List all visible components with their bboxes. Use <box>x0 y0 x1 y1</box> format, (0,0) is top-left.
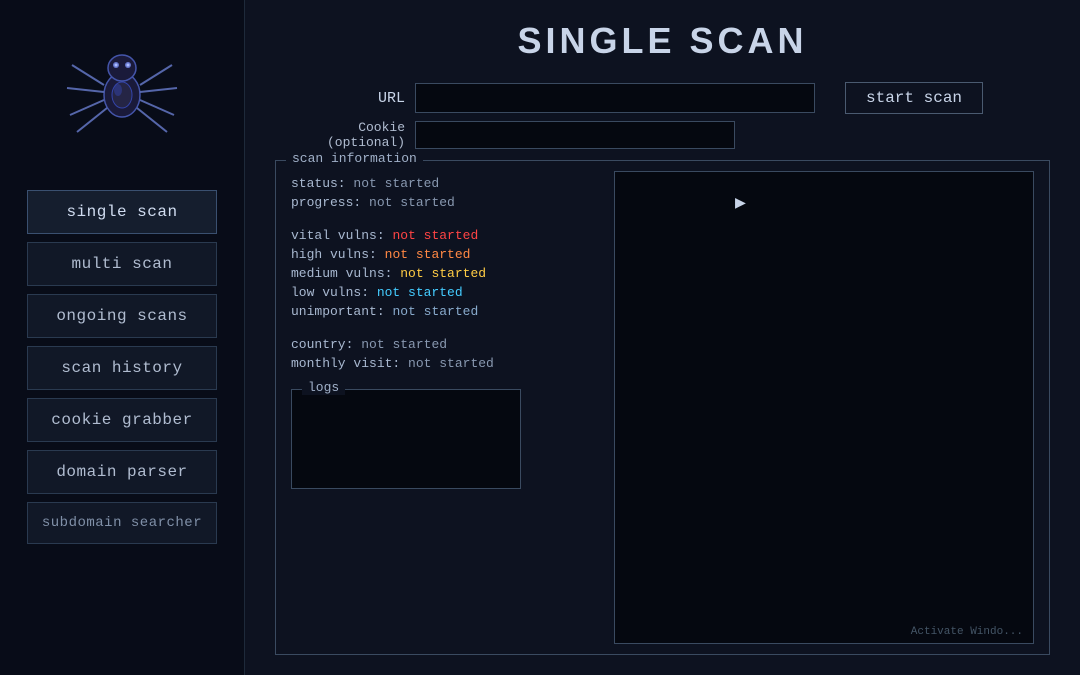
status-line: status: not started <box>291 176 599 191</box>
progress-label: progress: <box>291 195 361 210</box>
medium-value: not started <box>400 266 486 281</box>
status-label: status: <box>291 176 346 191</box>
nav-scan-history[interactable]: scan history <box>27 346 217 390</box>
vital-label: vital vulns: <box>291 228 385 243</box>
low-value: not started <box>377 285 463 300</box>
low-line: low vulns: not started <box>291 285 599 300</box>
medium-line: medium vulns: not started <box>291 266 599 281</box>
url-cookie-group: URL start scan Cookie (optional) <box>275 82 1050 150</box>
logs-section: logs <box>291 389 599 489</box>
status-value: not started <box>353 176 439 191</box>
nav-domain-parser[interactable]: domain parser <box>27 450 217 494</box>
watermark: Activate Windo... <box>911 626 1023 638</box>
monthly-label: monthly visit: <box>291 356 400 371</box>
scan-results-panel: ▶ Activate Windo... <box>614 171 1034 644</box>
nav-cookie-grabber[interactable]: cookie grabber <box>27 398 217 442</box>
nav-ongoing-scans[interactable]: ongoing scans <box>27 294 217 338</box>
country-value: not started <box>361 337 447 352</box>
scan-info-left: status: not started progress: not starte… <box>291 171 599 644</box>
monthly-value: not started <box>408 356 494 371</box>
logo-container <box>42 10 202 170</box>
nav-multi-scan[interactable]: multi scan <box>27 242 217 286</box>
country-line: country: not started <box>291 337 599 352</box>
logs-panel: logs <box>291 389 521 489</box>
vital-line: vital vulns: not started <box>291 228 599 243</box>
medium-label: medium vulns: <box>291 266 392 281</box>
spacer2 <box>291 323 599 337</box>
progress-line: progress: not started <box>291 195 599 210</box>
low-label: low vulns: <box>291 285 369 300</box>
cookie-label: Cookie (optional) <box>275 120 405 150</box>
vital-value: not started <box>392 228 478 243</box>
high-line: high vulns: not started <box>291 247 599 262</box>
start-scan-button[interactable]: start scan <box>845 82 983 114</box>
unimportant-value: not started <box>392 304 478 319</box>
scan-info-label: scan information <box>286 151 423 166</box>
cursor-indicator: ▶ <box>735 192 746 214</box>
cookie-row: Cookie (optional) <box>275 120 1050 150</box>
country-label: country: <box>291 337 353 352</box>
unimportant-label: unimportant: <box>291 304 385 319</box>
unimportant-line: unimportant: not started <box>291 304 599 319</box>
nav-subdomain-searcher[interactable]: subdomain searcher <box>27 502 217 544</box>
spider-logo <box>52 20 192 160</box>
cookie-input[interactable] <box>415 121 735 149</box>
main-content: SINGLE SCAN URL start scan Cookie (optio… <box>245 0 1080 675</box>
sidebar: single scan multi scan ongoing scans sca… <box>0 0 245 675</box>
high-value: not started <box>385 247 471 262</box>
monthly-line: monthly visit: not started <box>291 356 599 371</box>
spacer1 <box>291 214 599 228</box>
progress-value: not started <box>369 195 455 210</box>
page-title: SINGLE SCAN <box>275 20 1050 62</box>
nav-single-scan[interactable]: single scan <box>27 190 217 234</box>
url-label: URL <box>275 90 405 107</box>
url-input[interactable] <box>415 83 815 113</box>
logs-label: logs <box>302 380 345 395</box>
url-row: URL start scan <box>275 82 1050 114</box>
scan-info-panel: scan information status: not started pro… <box>275 160 1050 655</box>
high-label: high vulns: <box>291 247 377 262</box>
